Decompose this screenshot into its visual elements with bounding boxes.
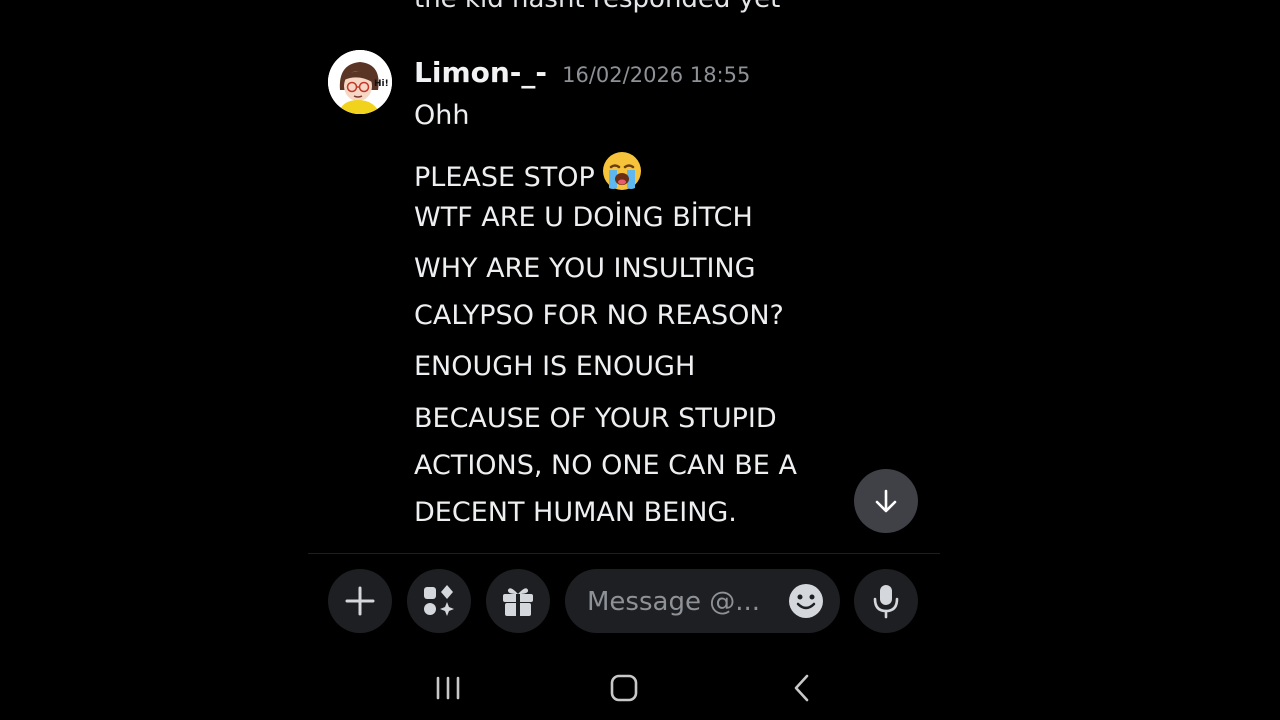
message-line: BECAUSE OF YOUR STUPID xyxy=(414,403,777,434)
voice-message-button[interactable] xyxy=(854,569,918,633)
message-line: DECENT HUMAN BEING. xyxy=(414,497,737,528)
message-line: WTF ARE U DOİNG BİTCH xyxy=(414,202,753,233)
message-line: ENOUGH IS ENOUGH xyxy=(414,351,696,382)
back-icon xyxy=(794,674,809,702)
avatar-image: Hi! xyxy=(328,50,392,114)
emoji-picker-button[interactable] xyxy=(787,582,825,620)
add-attachment-button[interactable] xyxy=(328,569,392,633)
author-name[interactable]: Limon-_- xyxy=(414,56,547,89)
apps-icon xyxy=(424,585,454,616)
chat-screen: the kid hasnt responded yet Hi! Limon-_-… xyxy=(308,0,940,720)
message-timestamp: 16/02/2026 18:55 xyxy=(562,63,751,87)
back-button[interactable] xyxy=(782,668,822,708)
recent-apps-button[interactable] xyxy=(428,668,468,708)
jump-to-bottom-button[interactable] xyxy=(854,469,918,533)
message-line: CALYPSO FOR NO REASON? xyxy=(414,300,784,331)
message-header: Limon-_- 16/02/2026 18:55 xyxy=(414,56,750,89)
svg-text:Hi!: Hi! xyxy=(374,79,389,89)
loudly-crying-face-icon xyxy=(601,150,643,192)
message-line: WHY ARE YOU INSULTING xyxy=(414,253,756,284)
gift-button[interactable] xyxy=(486,569,550,633)
message-line: ACTIONS, NO ONE CAN BE A xyxy=(414,450,797,481)
message-line-text: PLEASE STOP xyxy=(414,162,595,193)
message-line-with-emoji: PLEASE STOP xyxy=(414,150,643,193)
emoji-icon xyxy=(789,584,823,618)
plus-icon xyxy=(345,586,375,616)
arrow-down-icon xyxy=(875,489,897,513)
message-composer xyxy=(565,569,840,633)
avatar[interactable]: Hi! xyxy=(328,50,392,114)
home-icon xyxy=(610,674,638,702)
home-button[interactable] xyxy=(604,668,644,708)
recent-apps-icon xyxy=(436,676,460,700)
message-line: Ohh xyxy=(414,100,470,131)
gift-icon xyxy=(503,588,533,616)
previous-message-text: the kid hasnt responded yet xyxy=(414,0,780,14)
apps-button[interactable] xyxy=(407,569,471,633)
composer-divider xyxy=(308,553,940,554)
microphone-icon xyxy=(873,585,899,619)
message-input[interactable] xyxy=(585,579,779,625)
